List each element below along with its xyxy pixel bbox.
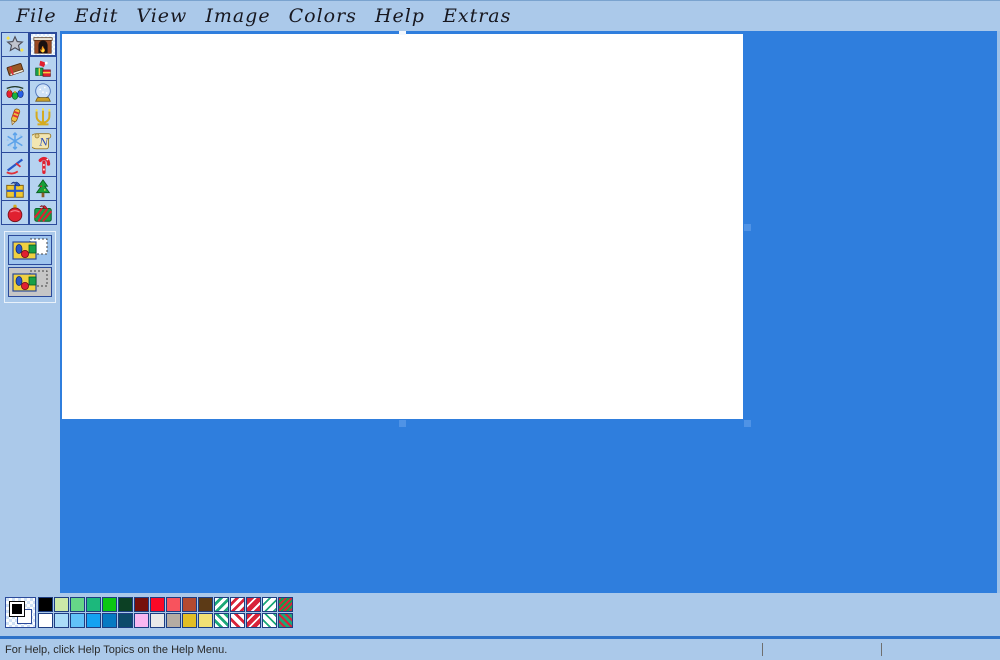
resize-handle-corner[interactable] bbox=[744, 420, 751, 427]
color-swatch[interactable] bbox=[86, 613, 101, 628]
color-swatch[interactable] bbox=[166, 613, 181, 628]
color-swatch[interactable] bbox=[262, 613, 277, 628]
tool-curve[interactable] bbox=[29, 152, 57, 177]
color-swatch[interactable] bbox=[262, 597, 277, 612]
tool-fill-with-color[interactable] bbox=[29, 56, 57, 81]
tool-pick-color[interactable] bbox=[1, 80, 29, 105]
color-swatch[interactable] bbox=[246, 613, 261, 628]
menu-extras[interactable]: Extras bbox=[434, 5, 520, 27]
status-bar: For Help, click Help Topics on the Help … bbox=[0, 636, 1000, 660]
color-swatch[interactable] bbox=[102, 597, 117, 612]
sled-icon bbox=[4, 154, 26, 176]
tool-airbrush[interactable] bbox=[1, 128, 29, 153]
color-swatch[interactable] bbox=[214, 613, 229, 628]
tool-rectangle[interactable] bbox=[1, 176, 29, 201]
tool-palette: N bbox=[0, 31, 60, 593]
tool-brush[interactable] bbox=[29, 104, 57, 129]
tool-free-form-select[interactable] bbox=[1, 32, 29, 57]
color-swatch[interactable] bbox=[134, 613, 149, 628]
scroll-icon: N bbox=[32, 130, 54, 152]
color-swatch[interactable] bbox=[150, 597, 165, 612]
foreground-background-indicator bbox=[5, 597, 36, 628]
tool-ellipse[interactable] bbox=[1, 200, 29, 225]
color-swatch[interactable] bbox=[38, 613, 53, 628]
menu-colors[interactable]: Colors bbox=[280, 5, 366, 27]
menu-bar: File Edit View Image Colors Help Extras bbox=[0, 1, 1000, 31]
color-swatch[interactable] bbox=[86, 597, 101, 612]
tool-text[interactable]: N bbox=[29, 128, 57, 153]
color-swatch[interactable] bbox=[230, 613, 245, 628]
color-swatch[interactable] bbox=[230, 597, 245, 612]
color-swatch[interactable] bbox=[278, 597, 293, 612]
color-swatch[interactable] bbox=[54, 613, 69, 628]
tool-rounded-rectangle[interactable] bbox=[29, 200, 57, 225]
option-draw-opaque[interactable] bbox=[8, 235, 52, 265]
color-swatch[interactable] bbox=[198, 613, 213, 628]
color-swatch[interactable] bbox=[198, 597, 213, 612]
tool-polygon[interactable] bbox=[29, 176, 57, 201]
resize-handle-right[interactable] bbox=[744, 224, 751, 231]
status-message: For Help, click Help Topics on the Help … bbox=[0, 644, 227, 656]
star-icon bbox=[4, 34, 26, 56]
color-swatch[interactable] bbox=[278, 613, 293, 628]
wrapped-pencil-icon bbox=[4, 106, 26, 128]
christmas-lights-icon bbox=[4, 82, 26, 104]
ornament-icon bbox=[4, 202, 26, 224]
swatch-row-top bbox=[38, 597, 294, 613]
menu-help[interactable]: Help bbox=[366, 5, 434, 27]
menu-view[interactable]: View bbox=[127, 5, 196, 27]
color-swatch[interactable] bbox=[70, 613, 85, 628]
snow-globe-icon bbox=[32, 82, 54, 104]
tool-line[interactable] bbox=[1, 152, 29, 177]
menu-image[interactable]: Image bbox=[196, 5, 279, 27]
fireplace-icon bbox=[32, 34, 54, 56]
opaque-selection-icon bbox=[10, 237, 50, 263]
resize-handle-top[interactable] bbox=[399, 31, 406, 35]
color-swatch[interactable] bbox=[70, 597, 85, 612]
tool-magnifier[interactable] bbox=[29, 80, 57, 105]
tool-options-box bbox=[4, 231, 56, 303]
color-swatch[interactable] bbox=[118, 613, 133, 628]
santa-gifts-icon bbox=[32, 58, 54, 80]
color-palette-bar bbox=[0, 593, 1000, 636]
menorah-icon bbox=[32, 106, 54, 128]
tool-eraser[interactable] bbox=[1, 56, 29, 81]
gift-box-icon bbox=[4, 178, 26, 200]
snowflake-icon bbox=[4, 130, 26, 152]
book-icon bbox=[4, 58, 26, 80]
option-draw-transparent[interactable] bbox=[8, 267, 52, 297]
swatch-grid bbox=[38, 597, 294, 629]
color-swatch[interactable] bbox=[166, 597, 181, 612]
swatch-row-bottom bbox=[38, 613, 294, 629]
tool-grid: N bbox=[2, 33, 60, 225]
color-swatch[interactable] bbox=[182, 597, 197, 612]
present-icon bbox=[32, 202, 54, 224]
color-swatch[interactable] bbox=[54, 597, 69, 612]
christmas-tree-icon bbox=[32, 178, 54, 200]
drawing-canvas[interactable] bbox=[62, 34, 743, 419]
tool-select[interactable] bbox=[29, 32, 57, 57]
status-divider bbox=[762, 643, 763, 656]
color-swatch[interactable] bbox=[38, 597, 53, 612]
paint-window: File Edit View Image Colors Help Extras bbox=[0, 0, 1000, 660]
status-divider bbox=[881, 643, 882, 656]
color-swatch[interactable] bbox=[118, 597, 133, 612]
color-swatch[interactable] bbox=[214, 597, 229, 612]
resize-handle-bottom[interactable] bbox=[399, 420, 406, 427]
color-swatch[interactable] bbox=[182, 613, 197, 628]
color-swatch[interactable] bbox=[150, 613, 165, 628]
color-swatch[interactable] bbox=[102, 613, 117, 628]
svg-text:N: N bbox=[39, 137, 50, 148]
candy-cane-icon bbox=[32, 154, 54, 176]
workspace bbox=[60, 31, 1000, 593]
tool-pencil[interactable] bbox=[1, 104, 29, 129]
menu-edit[interactable]: Edit bbox=[66, 5, 128, 27]
color-swatch[interactable] bbox=[246, 597, 261, 612]
transparent-selection-icon bbox=[10, 269, 50, 295]
foreground-color-swatch bbox=[9, 601, 25, 617]
menu-file[interactable]: File bbox=[7, 5, 66, 27]
color-swatch[interactable] bbox=[134, 597, 149, 612]
